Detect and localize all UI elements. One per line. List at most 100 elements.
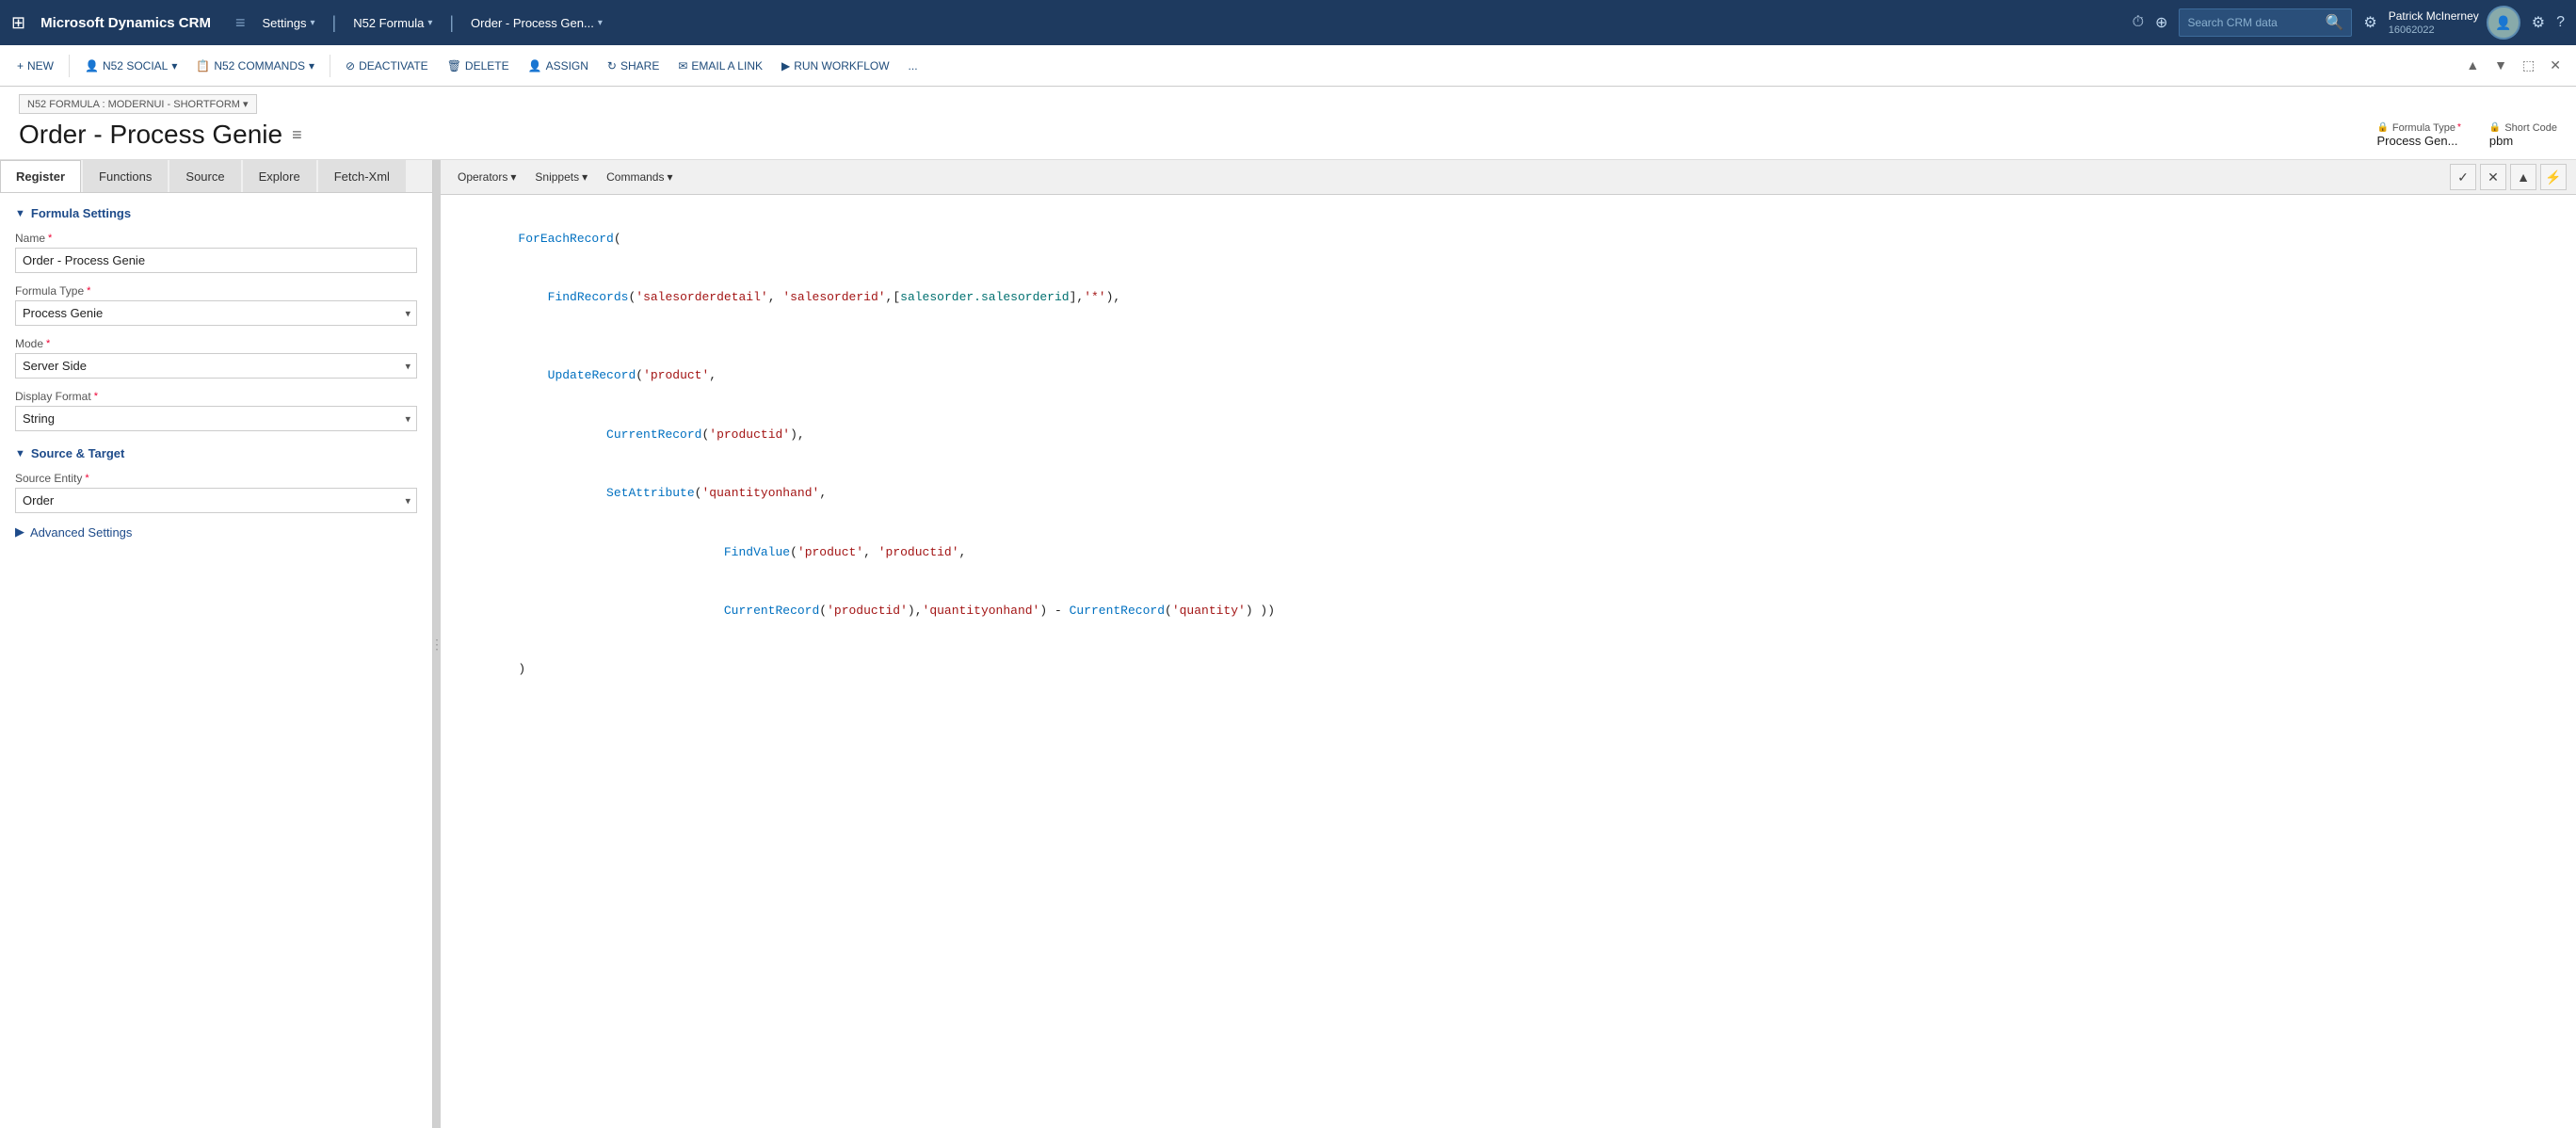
share-button[interactable]: ↻ SHARE — [600, 56, 667, 76]
advanced-settings-header[interactable]: ▶ Advanced Settings — [15, 524, 417, 540]
tab-fetch-xml[interactable]: Fetch-Xml — [318, 160, 406, 192]
close-icon[interactable]: ✕ — [2544, 54, 2567, 77]
display-format-field-group: Display Format * String Integer Decimal … — [15, 390, 417, 431]
code-line-1: ForEachRecord( — [459, 210, 2557, 268]
formula-settings-caret: ▼ — [15, 208, 25, 219]
avatar: 👤 — [2487, 6, 2520, 40]
breadcrumb[interactable]: N52 FORMULA : MODERNUI - SHORTFORM ▾ — [19, 94, 257, 114]
title-menu-icon[interactable]: ≡ — [292, 125, 302, 145]
display-format-select-wrap: String Integer Decimal Date ▾ — [15, 406, 417, 431]
snippets-button[interactable]: Snippets ▾ — [527, 167, 595, 187]
formula-meta: 🔒 Formula Type * Process Gen... 🔒 Short … — [2376, 122, 2557, 148]
editor-actions: ✓ ✕ ▲ ⚡ — [2450, 164, 2567, 190]
nav-right: ⏱ ⊕ 🔍 ⚙ Patrick McInerney 16062022 👤 ⚙ ? — [2133, 6, 2565, 40]
tab-bar: Register Functions Source Explore Fetch-… — [0, 160, 432, 193]
cmd-caret: ▾ — [667, 170, 672, 184]
meta-formula-type: 🔒 Formula Type * Process Gen... — [2376, 122, 2460, 148]
operators-button[interactable]: Operators ▾ — [450, 167, 523, 187]
user-info: Patrick McInerney 16062022 👤 — [2389, 6, 2520, 40]
history-icon[interactable]: ⏱ — [2133, 14, 2144, 31]
main-content: Register Functions Source Explore Fetch-… — [0, 160, 2576, 1128]
code-line-3 — [459, 328, 2557, 347]
code-editor[interactable]: ForEachRecord( FindRecords('salesorderde… — [441, 195, 2576, 1128]
toolbar-right: ▲ ▼ ⬚ ✕ — [2460, 54, 2567, 77]
delete-icon: 🗑 — [447, 59, 461, 73]
user-id: 16062022 — [2389, 24, 2479, 36]
formula-settings-header[interactable]: ▼ Formula Settings — [15, 206, 417, 220]
panel-splitter[interactable]: ⋮ — [433, 160, 441, 1128]
code-line-7: FindValue('product', 'productid', — [459, 524, 2557, 582]
n52-social-button[interactable]: 👤 N52 SOCIAL ▾ — [77, 56, 185, 76]
nav-pipe-1: | — [332, 13, 337, 33]
up-arrow[interactable]: ▲ — [2460, 54, 2485, 77]
more-button[interactable]: ... — [901, 56, 926, 76]
deactivate-icon: ⊘ — [346, 59, 355, 73]
code-line-5: CurrentRecord('productid'), — [459, 406, 2557, 464]
settings-icon[interactable]: ⚙ — [2363, 13, 2376, 32]
n52-commands-button[interactable]: 📋 N52 COMMANDS ▾ — [188, 56, 322, 76]
required-star-1: * — [2457, 122, 2461, 133]
new-icon: + — [17, 59, 24, 73]
formula-type-label: Formula Type * — [15, 284, 417, 298]
code-line-2: FindRecords('salesorderdetail', 'salesor… — [459, 268, 2557, 327]
expand-icon[interactable]: ⬚ — [2517, 54, 2540, 77]
display-format-select[interactable]: String Integer Decimal Date — [15, 406, 417, 431]
snippets-caret: ▾ — [582, 170, 588, 184]
commands-caret: ▾ — [309, 59, 314, 73]
email-link-button[interactable]: ✉ EMAIL A LINK — [670, 56, 770, 76]
add-icon[interactable]: ⊕ — [2155, 13, 2167, 32]
source-entity-label: Source Entity * — [15, 472, 417, 485]
app-title: Microsoft Dynamics CRM — [40, 15, 211, 31]
collapse-button[interactable]: ▲ — [2510, 164, 2536, 190]
search-input[interactable] — [2187, 16, 2319, 29]
mode-select-wrap: Server Side Client Side ▾ — [15, 353, 417, 379]
nav-order[interactable]: Order - Process Gen... ▾ — [463, 12, 610, 34]
validate-button[interactable]: ✓ — [2450, 164, 2476, 190]
lock-icon-2: 🔒 — [2489, 122, 2501, 133]
app-grid-icon[interactable]: ⊞ — [11, 13, 25, 33]
sep-1 — [69, 55, 70, 77]
search-box: 🔍 — [2179, 8, 2352, 37]
code-line-8: CurrentRecord('productid'),'quantityonha… — [459, 582, 2557, 640]
source-entity-select[interactable]: Order Contact Account — [15, 488, 417, 513]
gear-icon[interactable]: ⚙ — [2532, 13, 2545, 32]
settings-caret: ▾ — [310, 18, 314, 28]
help-icon[interactable]: ? — [2556, 14, 2565, 31]
commands-button[interactable]: Commands ▾ — [599, 167, 680, 187]
code-line-9: ) — [459, 641, 2557, 700]
new-button[interactable]: + NEW — [9, 56, 61, 76]
mode-field-group: Mode * Server Side Client Side ▾ — [15, 337, 417, 379]
commands-icon: 📋 — [196, 59, 210, 73]
tab-source[interactable]: Source — [169, 160, 240, 192]
advanced-caret: ▶ — [15, 524, 24, 540]
share-icon: ↻ — [607, 59, 617, 73]
nav-formula[interactable]: N52 Formula ▾ — [346, 12, 440, 34]
nav-pipe-2: | — [449, 13, 454, 33]
source-target-header[interactable]: ▼ Source & Target — [15, 446, 417, 460]
mode-label: Mode * — [15, 337, 417, 350]
nav-settings[interactable]: Settings ▾ — [254, 12, 322, 34]
cancel-code-button[interactable]: ✕ — [2480, 164, 2506, 190]
deactivate-button[interactable]: ⊘ DEACTIVATE — [338, 56, 436, 76]
social-icon: 👤 — [85, 59, 99, 73]
short-code-value: pbm — [2489, 134, 2557, 148]
run-button[interactable]: ⚡ — [2540, 164, 2567, 190]
tab-explore[interactable]: Explore — [243, 160, 316, 192]
breadcrumb-bar: N52 FORMULA : MODERNUI - SHORTFORM ▾ — [0, 87, 2576, 114]
delete-button[interactable]: 🗑 DELETE — [440, 56, 517, 76]
workflow-icon: ▶ — [781, 59, 790, 73]
source-target-divider: ▼ Source & Target — [15, 446, 417, 460]
meta-short-code: 🔒 Short Code pbm — [2489, 122, 2557, 148]
name-input[interactable] — [15, 248, 417, 273]
formula-type-select[interactable]: Process Genie Standard Rollup — [15, 300, 417, 326]
run-workflow-button[interactable]: ▶ RUN WORKFLOW — [774, 56, 897, 76]
social-caret: ▾ — [171, 59, 177, 73]
user-name: Patrick McInerney — [2389, 9, 2479, 24]
mode-select[interactable]: Server Side Client Side — [15, 353, 417, 379]
tab-functions[interactable]: Functions — [83, 160, 168, 192]
assign-button[interactable]: 👤 ASSIGN — [521, 56, 596, 76]
tab-register[interactable]: Register — [0, 160, 81, 192]
page-title: Order - Process Genie ≡ — [19, 120, 302, 150]
search-icon[interactable]: 🔍 — [2325, 13, 2343, 32]
down-arrow[interactable]: ▼ — [2488, 54, 2513, 77]
